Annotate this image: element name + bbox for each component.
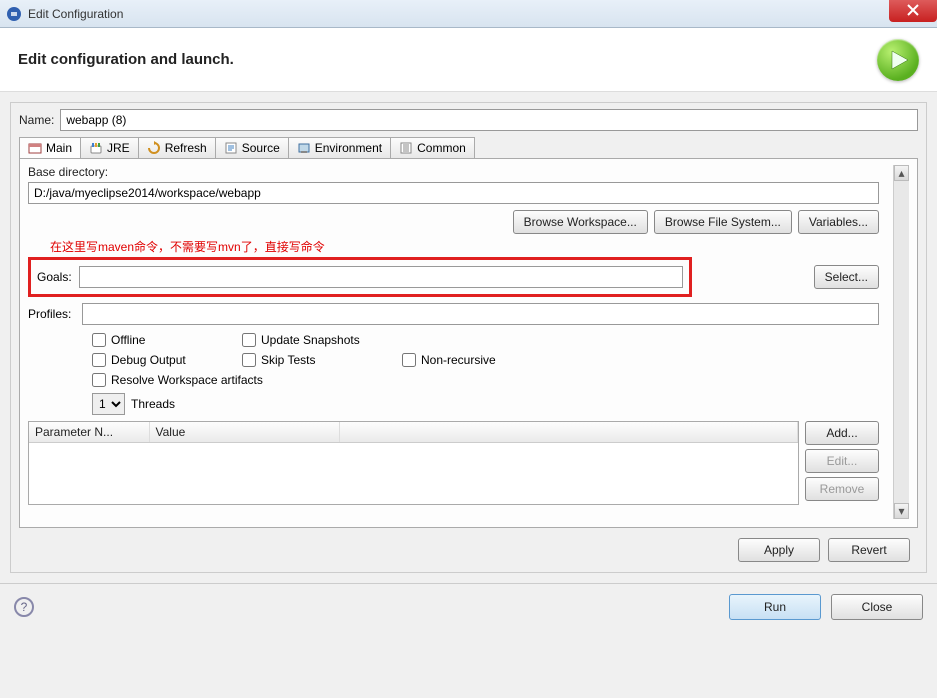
remove-parameter-button: Remove: [805, 477, 879, 501]
name-label: Name:: [19, 113, 54, 127]
goals-highlight-box: Goals:: [28, 257, 692, 297]
goals-input[interactable]: [79, 266, 683, 288]
select-goals-button[interactable]: Select...: [814, 265, 879, 289]
add-parameter-button[interactable]: Add...: [805, 421, 879, 445]
scroll-up-arrow-icon[interactable]: ▴: [894, 165, 909, 181]
tab-source[interactable]: Source: [215, 137, 289, 158]
debug-output-checkbox[interactable]: Debug Output: [92, 353, 242, 367]
base-directory-label: Base directory:: [28, 165, 879, 179]
tab-common-label: Common: [417, 141, 466, 155]
parameters-table[interactable]: Parameter N... Value: [28, 421, 799, 505]
run-icon: [877, 39, 919, 81]
tab-bar: Main JRE Refresh Source Environment Comm…: [19, 137, 918, 158]
parameters-col-name: Parameter N...: [29, 422, 149, 443]
tab-jre-label: JRE: [107, 141, 130, 155]
refresh-tab-icon: [147, 141, 161, 155]
non-recursive-checkbox[interactable]: Non-recursive: [402, 353, 552, 367]
parameters-col-value: Value: [149, 422, 339, 443]
help-icon: ?: [21, 600, 28, 614]
form-container: Name: Main JRE Refresh Source: [10, 102, 927, 573]
goals-label: Goals:: [37, 270, 73, 284]
apply-button[interactable]: Apply: [738, 538, 820, 562]
variables-button[interactable]: Variables...: [798, 210, 879, 234]
help-button[interactable]: ?: [14, 597, 34, 617]
tab-main[interactable]: Main: [19, 137, 81, 158]
revert-button[interactable]: Revert: [828, 538, 910, 562]
browse-filesystem-button[interactable]: Browse File System...: [654, 210, 792, 234]
content-area: Name: Main JRE Refresh Source: [0, 92, 937, 583]
threads-label: Threads: [131, 397, 175, 411]
jre-tab-icon: [89, 141, 103, 155]
tab-jre[interactable]: JRE: [80, 137, 139, 158]
title-bar: Edit Configuration: [0, 0, 937, 28]
tab-environment-label: Environment: [315, 141, 382, 155]
name-row: Name:: [19, 109, 918, 131]
environment-tab-icon: [297, 141, 311, 155]
offline-checkbox[interactable]: Offline: [92, 333, 242, 347]
tab-main-label: Main: [46, 141, 72, 155]
browse-workspace-button[interactable]: Browse Workspace...: [513, 210, 648, 234]
tab-refresh[interactable]: Refresh: [138, 137, 216, 158]
threads-select[interactable]: 1: [92, 393, 125, 415]
close-icon: [907, 4, 919, 16]
tab-source-label: Source: [242, 141, 280, 155]
vertical-scrollbar[interactable]: ▴ ▾: [893, 165, 909, 519]
app-icon: [6, 6, 22, 22]
resolve-workspace-checkbox[interactable]: Resolve Workspace artifacts: [92, 373, 552, 387]
tab-environment[interactable]: Environment: [288, 137, 391, 158]
tab-common[interactable]: Common: [390, 137, 475, 158]
window-title: Edit Configuration: [28, 7, 123, 21]
close-button[interactable]: Close: [831, 594, 923, 620]
tab-refresh-label: Refresh: [165, 141, 207, 155]
profiles-label: Profiles:: [28, 307, 76, 321]
dialog-header: Edit configuration and launch.: [0, 28, 937, 92]
common-tab-icon: [399, 141, 413, 155]
name-input[interactable]: [60, 109, 918, 131]
dialog-title: Edit configuration and launch.: [18, 51, 234, 68]
update-snapshots-checkbox[interactable]: Update Snapshots: [242, 333, 402, 347]
source-tab-icon: [224, 141, 238, 155]
base-directory-input[interactable]: [28, 182, 879, 204]
run-button[interactable]: Run: [729, 594, 821, 620]
skip-tests-checkbox[interactable]: Skip Tests: [242, 353, 402, 367]
window-close-button[interactable]: [889, 0, 937, 22]
tab-content: Base directory: Browse Workspace... Brow…: [19, 158, 918, 528]
scroll-down-arrow-icon[interactable]: ▾: [894, 503, 909, 519]
main-tab-icon: [28, 141, 42, 155]
profiles-input[interactable]: [82, 303, 879, 325]
edit-parameter-button: Edit...: [805, 449, 879, 473]
goals-annotation-note: 在这里写maven命令，不需要写mvn了，直接写命令: [50, 238, 879, 255]
bottom-bar: ? Run Close: [0, 583, 937, 630]
